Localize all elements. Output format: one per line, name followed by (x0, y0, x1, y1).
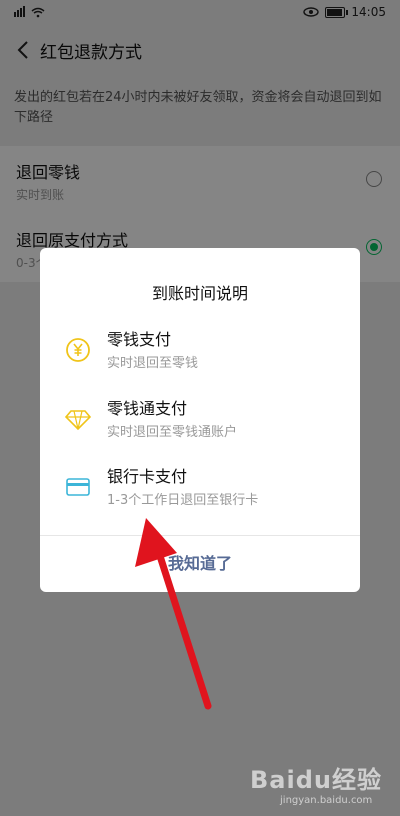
item-subtitle: 实时退回至零钱 (107, 356, 199, 371)
watermark-brand: Baidu经验 (250, 766, 382, 794)
coin-icon (66, 338, 90, 362)
watermark-url: jingyan.baidu.com (280, 795, 373, 806)
item-title: 零钱支付 (107, 330, 172, 349)
dialog-title: 到账时间说明 (151, 284, 248, 303)
bank-card-icon (66, 478, 90, 496)
diamond-icon (64, 410, 92, 431)
item-title: 零钱通支付 (107, 399, 188, 418)
baidu-jingyan-watermark: Baidu经验 jingyan.baidu.com (250, 760, 382, 806)
dialog-item-lingqiantong: 零钱通支付 实时退回至零钱通账户 (40, 395, 360, 455)
dialog-item-bank-card: 银行卡支付 1-3个工作日退回至银行卡 (40, 463, 360, 523)
item-subtitle: 1-3个工作日退回至银行卡 (107, 493, 259, 508)
item-subtitle: 实时退回至零钱通账户 (107, 425, 238, 440)
arrival-time-dialog: 到账时间说明 零钱支付 实时退回至零钱 零钱通支付 实时退回至零钱通账户 银行卡… (40, 248, 360, 592)
dialog-item-change: 零钱支付 实时退回至零钱 (40, 326, 360, 386)
item-title: 银行卡支付 (107, 467, 188, 486)
got-it-button[interactable]: 我知道了 (40, 536, 360, 592)
